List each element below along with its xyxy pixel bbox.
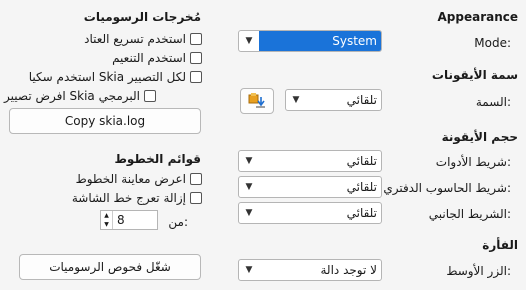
chevron-down-icon: ▼ bbox=[292, 95, 300, 105]
skia-software-checkbox[interactable] bbox=[144, 90, 156, 102]
sidebar-label: الشريط الجانبي: bbox=[428, 207, 511, 221]
middle-button-label: الزر الأوسط: bbox=[446, 264, 511, 278]
preview-fonts-checkbox-row[interactable]: اعرض معاينة الخطوط bbox=[76, 172, 202, 186]
spin-up-icon[interactable]: ▲ bbox=[101, 211, 112, 220]
toolbar-label: شريط الأدوات: bbox=[435, 155, 511, 169]
chevron-down-icon: ▼ bbox=[245, 265, 253, 275]
screen-aa-checkbox[interactable] bbox=[190, 192, 202, 204]
icon-theme-heading: سمة الأيقونات bbox=[431, 68, 518, 82]
chevron-down-icon: ▼ bbox=[245, 156, 253, 166]
antialias-checkbox-row[interactable]: استخدم التنعيم bbox=[112, 51, 202, 65]
font-lists-heading: قوائم الخطوط bbox=[114, 152, 201, 166]
chevron-down-icon: ▼ bbox=[245, 208, 253, 218]
middle-button-combobox[interactable]: ▼ لا توجد دالة bbox=[238, 259, 382, 281]
hw-accel-label: استخدم تسريع العتاد bbox=[84, 32, 186, 46]
skia-all-label: استخدم سكيا Skia لكل التصيير bbox=[28, 70, 186, 84]
font-size-value: 8 bbox=[117, 213, 125, 227]
mode-label: Mode: bbox=[474, 36, 511, 50]
screen-aa-label: إزالة تعرج خط الشاشة bbox=[71, 191, 186, 205]
run-graphics-tests-button[interactable]: شغّل فحوص الرسوميات bbox=[19, 254, 201, 280]
icon-theme-extension-icon bbox=[248, 91, 266, 112]
font-size-spinbox[interactable]: ▲ ▼ 8 bbox=[100, 210, 158, 230]
theme-value: تلقائي bbox=[346, 93, 377, 107]
notebookbar-size-combobox[interactable]: ▼ تلقائي bbox=[238, 176, 382, 198]
from-label: من: bbox=[168, 215, 188, 229]
chevron-down-icon: ▼ bbox=[245, 36, 253, 46]
mouse-heading: الفأرة bbox=[482, 238, 518, 252]
skia-all-checkbox-row[interactable]: استخدم سكيا Skia لكل التصيير bbox=[29, 70, 202, 84]
copy-skia-log-button[interactable]: Copy skia.log bbox=[9, 108, 201, 134]
antialias-checkbox[interactable] bbox=[190, 52, 202, 64]
antialias-label: استخدم التنعيم bbox=[112, 51, 186, 65]
graphics-output-heading: مُخرجات الرسوميات bbox=[83, 10, 201, 24]
preview-fonts-checkbox[interactable] bbox=[190, 173, 202, 185]
theme-label: السمة: bbox=[475, 95, 511, 109]
hw-accel-checkbox[interactable] bbox=[190, 33, 202, 45]
notebookbar-label: شريط الحاسوب الدفتري: bbox=[383, 181, 511, 195]
sidebar-size-combobox[interactable]: ▼ تلقائي bbox=[238, 202, 382, 224]
toolbar-size-value: تلقائي bbox=[346, 154, 377, 168]
skia-software-label: افرض تصيير سكيا Skia البرمجي bbox=[0, 89, 140, 103]
skia-software-checkbox-row[interactable]: افرض تصيير سكيا Skia البرمجي bbox=[0, 89, 156, 103]
mode-combobox[interactable]: ▼ System bbox=[238, 30, 382, 52]
appearance-heading: Appearance bbox=[437, 10, 518, 24]
screen-aa-checkbox-row[interactable]: إزالة تعرج خط الشاشة bbox=[72, 191, 202, 205]
toolbar-size-combobox[interactable]: ▼ تلقائي bbox=[238, 150, 382, 172]
chevron-down-icon: ▼ bbox=[245, 182, 253, 192]
sidebar-size-value: تلقائي bbox=[346, 206, 377, 220]
preview-fonts-label: اعرض معاينة الخطوط bbox=[75, 172, 186, 186]
spin-buttons[interactable]: ▲ ▼ bbox=[101, 211, 113, 229]
icon-size-heading: حجم الأيقونة bbox=[441, 130, 518, 144]
hw-accel-checkbox-row[interactable]: استخدم تسريع العتاد bbox=[84, 32, 202, 46]
middle-button-value: لا توجد دالة bbox=[320, 263, 378, 277]
spin-down-icon[interactable]: ▼ bbox=[101, 220, 112, 229]
mode-value: System bbox=[259, 31, 381, 51]
skia-all-checkbox[interactable] bbox=[190, 71, 202, 83]
theme-combobox[interactable]: ▼ تلقائي bbox=[285, 89, 382, 111]
add-icon-theme-button[interactable] bbox=[240, 88, 274, 114]
notebookbar-size-value: تلقائي bbox=[346, 180, 377, 194]
